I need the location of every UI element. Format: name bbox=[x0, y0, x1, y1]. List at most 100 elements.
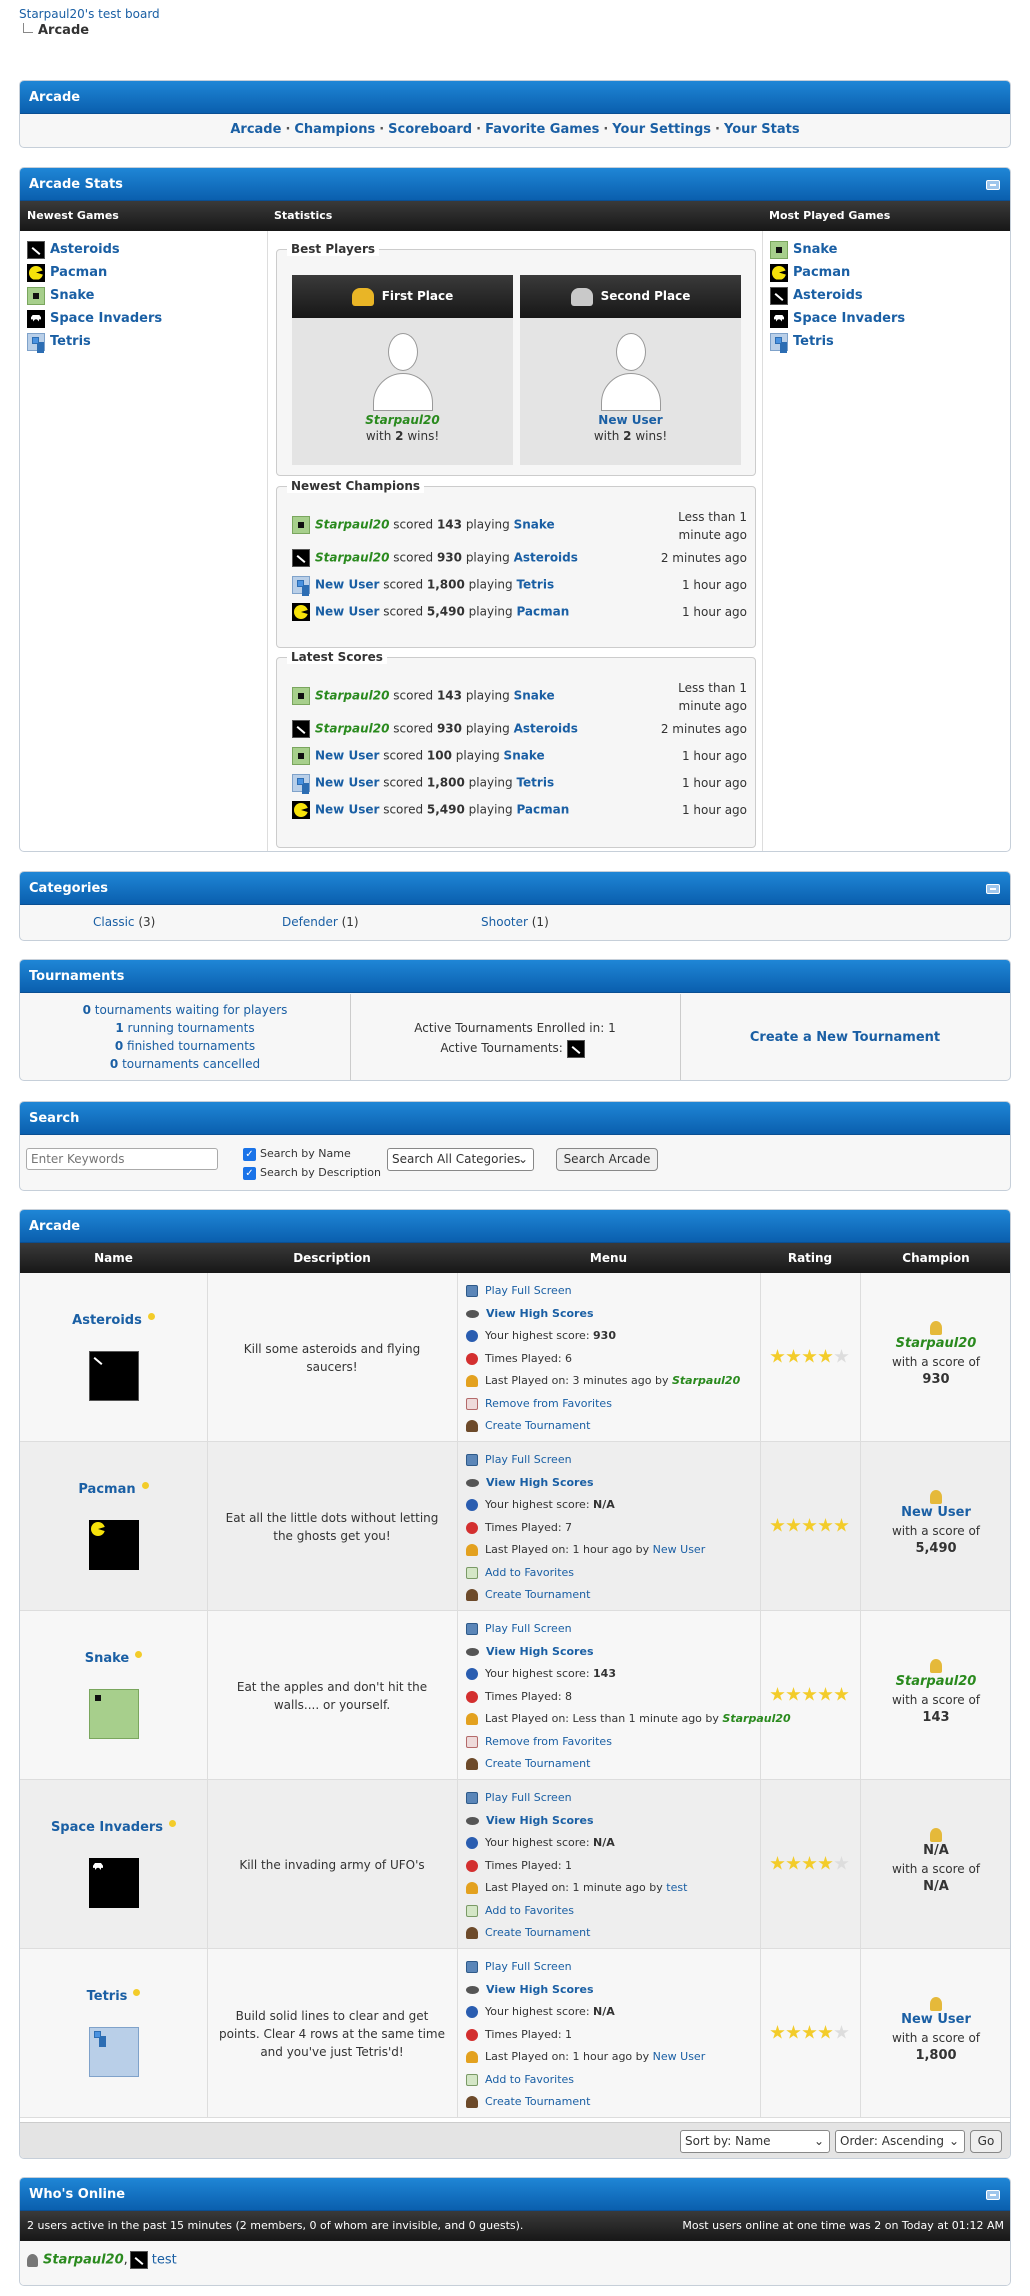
category-link[interactable]: Classic bbox=[93, 915, 135, 929]
champion-user[interactable]: Starpaul20 bbox=[860, 1673, 1010, 1691]
create-tournament-label[interactable]: Create a New Tournament bbox=[750, 1030, 940, 1045]
user-link[interactable]: Starpaul20 bbox=[315, 722, 389, 736]
star-icon[interactable] bbox=[802, 1856, 817, 1870]
last-player-link[interactable]: Starpaul20 bbox=[672, 1374, 740, 1387]
star-icon[interactable] bbox=[802, 1349, 817, 1363]
play-full-screen-link[interactable]: Play Full Screen bbox=[485, 1960, 572, 1973]
asteroids-icon[interactable] bbox=[89, 1351, 139, 1401]
star-icon[interactable] bbox=[786, 1687, 801, 1701]
tournament-stat-link[interactable]: 0 finished tournaments bbox=[20, 1037, 350, 1055]
search-arcade-button[interactable]: Search Arcade bbox=[556, 1148, 658, 1171]
play-full-screen-link[interactable]: Play Full Screen bbox=[485, 1453, 572, 1466]
keyword-input[interactable] bbox=[26, 1148, 218, 1170]
star-icon[interactable] bbox=[770, 1687, 785, 1701]
favorites-link[interactable]: Add to Favorites bbox=[485, 2073, 574, 2086]
category-select[interactable]: Search All Categories ⌄ bbox=[387, 1148, 534, 1171]
game-link[interactable]: Snake bbox=[50, 288, 95, 303]
tetris-icon[interactable] bbox=[89, 2027, 139, 2077]
favorites-link[interactable]: Remove from Favorites bbox=[485, 1397, 612, 1410]
last-player-link[interactable]: New User bbox=[653, 2050, 706, 2063]
pacman-icon[interactable] bbox=[89, 1520, 139, 1570]
create-tournament-link[interactable]: Create Tournament bbox=[485, 1757, 590, 1770]
star-icon[interactable] bbox=[770, 1856, 785, 1870]
star-icon[interactable] bbox=[802, 1687, 817, 1701]
game-link[interactable]: Pacman bbox=[516, 605, 569, 619]
favorites-link[interactable]: Remove from Favorites bbox=[485, 1735, 612, 1748]
sort-select[interactable]: Sort by: Name ⌄ bbox=[680, 2130, 830, 2153]
champion-user[interactable]: Starpaul20 bbox=[860, 1335, 1010, 1353]
game-link[interactable]: Asteroids bbox=[514, 551, 578, 565]
create-tournament-link[interactable]: Create Tournament bbox=[485, 1926, 590, 1939]
user-link[interactable]: Starpaul20 bbox=[315, 551, 389, 565]
star-icon[interactable] bbox=[818, 2025, 833, 2039]
create-tournament-link[interactable]: Create a New Tournament bbox=[680, 1030, 1010, 1045]
create-tournament-link[interactable]: Create Tournament bbox=[485, 1419, 590, 1432]
rating-stars[interactable] bbox=[760, 1518, 860, 1533]
nav-link[interactable]: Arcade bbox=[230, 122, 281, 137]
game-link[interactable]: Tetris bbox=[793, 334, 834, 349]
user-link[interactable]: New User bbox=[315, 605, 379, 619]
star-icon[interactable] bbox=[834, 1349, 849, 1363]
go-button[interactable]: Go bbox=[970, 2130, 1002, 2153]
game-link[interactable]: Asteroids bbox=[50, 242, 120, 257]
game-title-link[interactable]: Tetris bbox=[87, 1989, 128, 2004]
collapse-icon[interactable] bbox=[986, 884, 1000, 894]
game-link[interactable]: Space Invaders bbox=[793, 311, 905, 326]
champion-user[interactable]: New User bbox=[860, 1504, 1010, 1522]
game-link[interactable]: Tetris bbox=[516, 578, 554, 592]
star-icon[interactable] bbox=[802, 1518, 817, 1532]
view-high-scores-link[interactable]: View High Scores bbox=[486, 1645, 594, 1658]
category-link[interactable]: Shooter bbox=[481, 915, 528, 929]
view-high-scores-link[interactable]: View High Scores bbox=[486, 1307, 594, 1320]
game-link[interactable]: Space Invaders bbox=[50, 311, 162, 326]
game-link[interactable]: Snake bbox=[514, 518, 555, 532]
tournament-stat-link[interactable]: 0 tournaments waiting for players bbox=[20, 1001, 350, 1019]
create-tournament-link[interactable]: Create Tournament bbox=[485, 1588, 590, 1601]
snake-icon[interactable] bbox=[89, 1689, 139, 1739]
nav-link[interactable]: Favorite Games bbox=[485, 122, 599, 137]
champion-user[interactable]: New User bbox=[860, 2011, 1010, 2029]
game-title-link[interactable]: Snake bbox=[85, 1651, 130, 1666]
second-place-user[interactable]: New User bbox=[520, 413, 741, 427]
star-icon[interactable] bbox=[770, 1349, 785, 1363]
game-link[interactable]: Tetris bbox=[50, 334, 91, 349]
play-full-screen-link[interactable]: Play Full Screen bbox=[485, 1791, 572, 1804]
first-place-user[interactable]: Starpaul20 bbox=[292, 413, 513, 427]
last-player-link[interactable]: test bbox=[666, 1881, 687, 1894]
last-player-link[interactable]: New User bbox=[653, 1543, 706, 1556]
game-link[interactable]: Asteroids bbox=[514, 722, 578, 736]
create-tournament-link[interactable]: Create Tournament bbox=[485, 2095, 590, 2108]
play-full-screen-link[interactable]: Play Full Screen bbox=[485, 1284, 572, 1297]
play-full-screen-link[interactable]: Play Full Screen bbox=[485, 1622, 572, 1635]
nav-link[interactable]: Champions bbox=[294, 122, 375, 137]
user-link[interactable]: Starpaul20 bbox=[315, 518, 389, 532]
space-invaders-icon[interactable] bbox=[89, 1858, 139, 1908]
game-title-link[interactable]: Space Invaders bbox=[51, 1820, 163, 1835]
collapse-icon[interactable] bbox=[986, 2190, 1000, 2200]
star-icon[interactable] bbox=[834, 1687, 849, 1701]
star-icon[interactable] bbox=[786, 1518, 801, 1532]
star-icon[interactable] bbox=[770, 2025, 785, 2039]
tournament-stat-link[interactable]: 1 running tournaments bbox=[20, 1019, 350, 1037]
game-link[interactable]: Snake bbox=[504, 749, 545, 763]
star-icon[interactable] bbox=[834, 1518, 849, 1532]
game-link[interactable]: Tetris bbox=[516, 776, 554, 790]
last-player-link[interactable]: Starpaul20 bbox=[722, 1712, 790, 1725]
view-high-scores-link[interactable]: View High Scores bbox=[486, 1476, 594, 1489]
category-link[interactable]: Defender bbox=[282, 915, 338, 929]
star-icon[interactable] bbox=[818, 1856, 833, 1870]
game-link[interactable]: Pacman bbox=[516, 803, 569, 817]
star-icon[interactable] bbox=[786, 1349, 801, 1363]
game-title-link[interactable]: Asteroids bbox=[72, 1313, 142, 1328]
breadcrumb-board-link[interactable]: Starpaul20's test board bbox=[19, 7, 160, 21]
star-icon[interactable] bbox=[834, 1856, 849, 1870]
star-icon[interactable] bbox=[786, 1856, 801, 1870]
user-link[interactable]: New User bbox=[315, 776, 379, 790]
checkbox-checked-icon[interactable]: ✓ bbox=[243, 1166, 256, 1180]
rating-stars[interactable] bbox=[760, 1687, 860, 1702]
game-link[interactable]: Pacman bbox=[50, 265, 107, 280]
game-link[interactable]: Snake bbox=[514, 689, 555, 703]
checkbox-checked-icon[interactable]: ✓ bbox=[243, 1147, 256, 1161]
asteroids-icon[interactable] bbox=[566, 1039, 585, 1058]
star-icon[interactable] bbox=[770, 1518, 785, 1532]
